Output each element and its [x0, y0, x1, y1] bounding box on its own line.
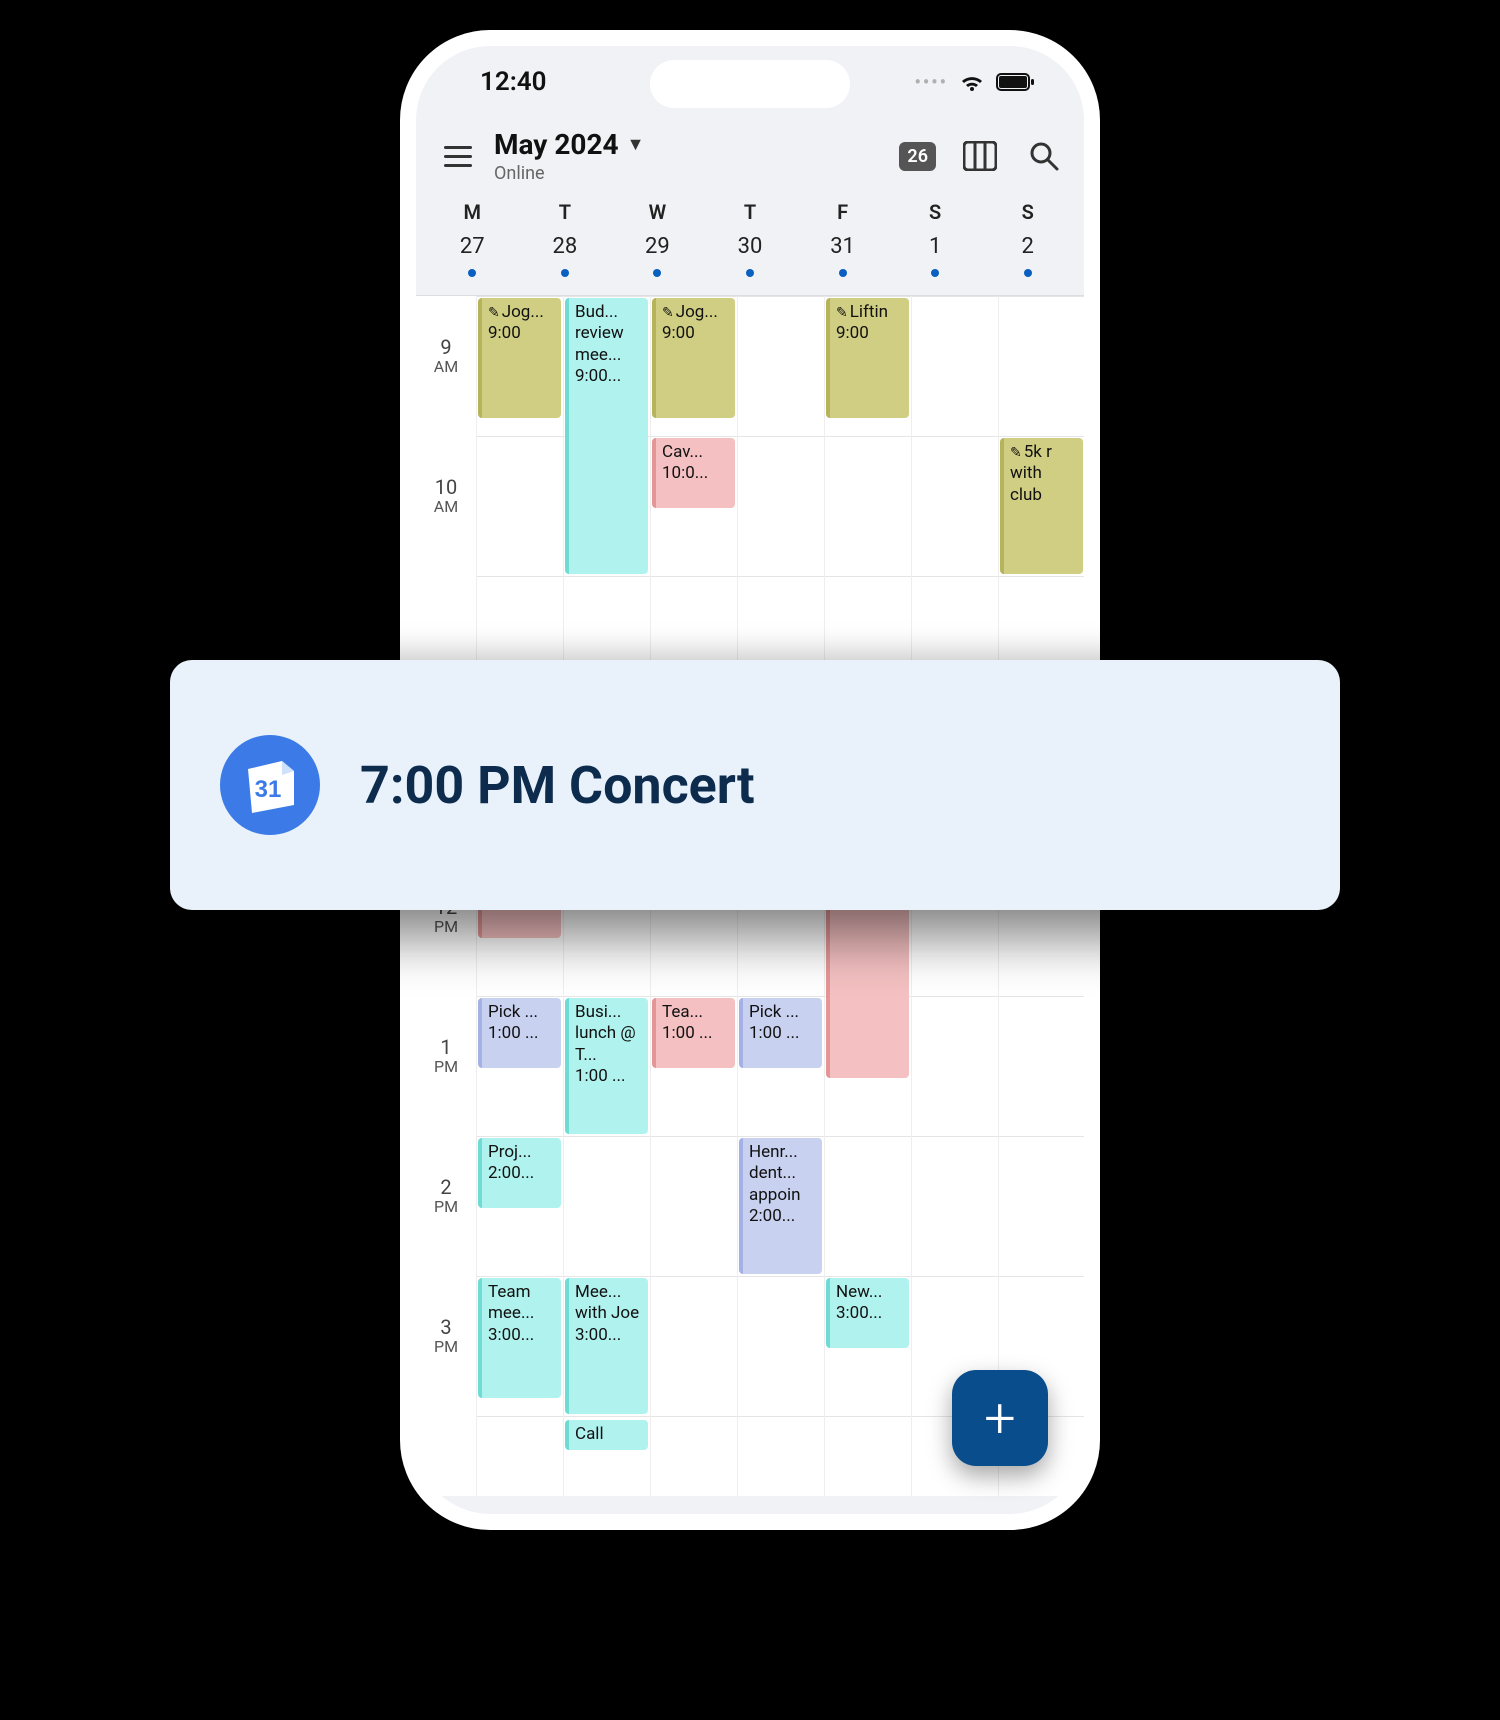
weekday-label: S: [889, 200, 982, 224]
hour-label-9am: 9AM: [416, 336, 476, 376]
battery-icon: [996, 72, 1036, 92]
event-new-fri[interactable]: New... 3:00...: [826, 1278, 909, 1348]
weekday-label: F: [796, 200, 889, 224]
day-1[interactable]: 1: [889, 234, 982, 277]
day-30[interactable]: 30: [704, 234, 797, 277]
event-lifting-fri[interactable]: ✎Liftin 9:00: [826, 298, 909, 418]
day-29[interactable]: 29: [611, 234, 704, 277]
notification-text: 7:00 PM Concert: [360, 755, 755, 816]
calendar-app-icon: 31: [220, 735, 320, 835]
status-bar: 12:40 ••••: [416, 46, 1084, 118]
add-event-button[interactable]: +: [952, 1370, 1048, 1466]
event-pick-thu[interactable]: Pick ... 1:00 ...: [739, 998, 822, 1068]
status-right: ••••: [914, 71, 1036, 93]
status-subtitle: Online: [494, 163, 885, 184]
day-2[interactable]: 2: [981, 234, 1074, 277]
month-label: May 2024: [494, 128, 619, 161]
svg-text:31: 31: [255, 776, 282, 803]
event-pick-mon[interactable]: Pick ... 1:00 ...: [478, 998, 561, 1068]
event-dot: [931, 269, 939, 277]
event-mee-tue[interactable]: Mee... with Joe 3:00...: [565, 1278, 648, 1414]
notification-card[interactable]: 31 7:00 PM Concert: [170, 660, 1340, 910]
app-header: May 2024 ▼ Online 26: [416, 118, 1084, 190]
event-jog-wed[interactable]: ✎Jog... 9:00: [652, 298, 735, 418]
weekday-label: W: [611, 200, 704, 224]
pencil-icon: ✎: [836, 305, 848, 321]
status-time: 12:40: [480, 67, 547, 97]
pencil-icon: ✎: [488, 305, 500, 321]
dynamic-island: [650, 60, 850, 108]
weekday-label: S: [981, 200, 1074, 224]
status-dots: ••••: [914, 72, 948, 93]
weekday-label: T: [519, 200, 612, 224]
hour-line: [476, 576, 1084, 577]
plus-icon: +: [984, 1390, 1016, 1446]
menu-button[interactable]: [436, 134, 480, 178]
event-busi-tue[interactable]: Busi... lunch @ T... 1:00 ...: [565, 998, 648, 1134]
event-jog-mon[interactable]: ✎Jog... 9:00: [478, 298, 561, 418]
pencil-icon: ✎: [662, 305, 674, 321]
weekday-label: M: [426, 200, 519, 224]
event-cav-wed[interactable]: Cav... 10:0...: [652, 438, 735, 508]
event-5k-sun[interactable]: ✎5k r with club: [1000, 438, 1083, 574]
hour-label-10am: 10AM: [416, 476, 476, 516]
chevron-down-icon: ▼: [627, 134, 645, 155]
event-dot: [468, 269, 476, 277]
hour-line: [476, 1136, 1084, 1137]
pencil-icon: ✎: [1010, 445, 1022, 461]
event-proj-mon[interactable]: Proj... 2:00...: [478, 1138, 561, 1208]
header-actions: 26: [899, 136, 1064, 176]
hour-line: [476, 996, 1084, 997]
wifi-icon: [958, 71, 986, 93]
event-call-tue[interactable]: Call: [565, 1420, 648, 1450]
day-28[interactable]: 28: [519, 234, 612, 277]
month-picker[interactable]: May 2024 ▼ Online: [494, 128, 885, 184]
view-columns-button[interactable]: [960, 136, 1000, 176]
event-team-mon[interactable]: Team mee... 3:00...: [478, 1278, 561, 1398]
event-tea-wed[interactable]: Tea... 1:00 ...: [652, 998, 735, 1068]
event-dot: [653, 269, 661, 277]
columns-icon: [963, 141, 997, 171]
event-dot: [839, 269, 847, 277]
event-dot: [561, 269, 569, 277]
hour-label-1pm: 1PM: [416, 1036, 476, 1076]
search-icon: [1028, 140, 1060, 172]
weekday-label: T: [704, 200, 797, 224]
weekday-row: M T W T F S S: [416, 190, 1084, 228]
date-row: 27 28 29 30 31 1 2: [416, 228, 1084, 296]
event-dot: [1024, 269, 1032, 277]
day-31[interactable]: 31: [796, 234, 889, 277]
today-button[interactable]: 26: [899, 142, 936, 171]
event-henr-thu[interactable]: Henr... dent... appoin 2:00...: [739, 1138, 822, 1274]
hour-line: [476, 296, 1084, 297]
hour-label-3pm: 3PM: [416, 1316, 476, 1356]
day-27[interactable]: 27: [426, 234, 519, 277]
event-budget-tue[interactable]: Bud... review mee... 9:00...: [565, 298, 648, 574]
hour-label-2pm: 2PM: [416, 1176, 476, 1216]
menu-icon: [444, 155, 472, 158]
event-dot: [746, 269, 754, 277]
search-button[interactable]: [1024, 136, 1064, 176]
hour-line: [476, 1276, 1084, 1277]
